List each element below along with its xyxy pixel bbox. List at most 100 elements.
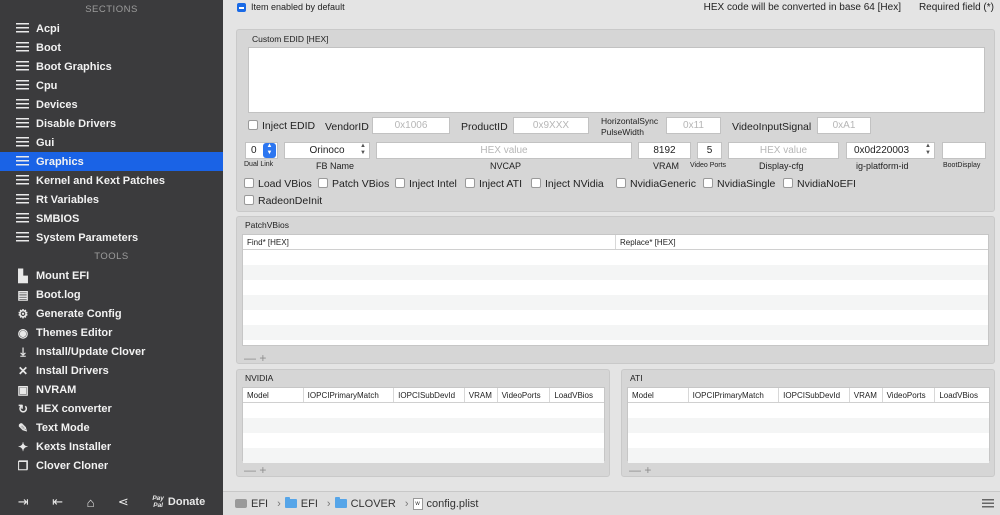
list-icon bbox=[16, 212, 29, 225]
sections-header: SECTIONS bbox=[85, 4, 138, 15]
column-header[interactable]: Replace* [HEX] bbox=[616, 235, 988, 249]
sidebar-item-kernel-kext-patches[interactable]: Kernel and Kext Patches bbox=[0, 171, 223, 190]
donate-label: Donate bbox=[167, 496, 206, 508]
fb-name-select[interactable]: Orinoco bbox=[284, 142, 370, 159]
list-icon bbox=[16, 174, 29, 187]
video-input-input[interactable]: 0xA1 bbox=[817, 117, 871, 134]
column-header[interactable]: VideoPorts bbox=[498, 388, 551, 402]
column-header[interactable]: Model bbox=[243, 388, 304, 402]
nvidia-generic-checkbox[interactable]: NvidiaGeneric bbox=[616, 178, 696, 190]
column-header[interactable]: IOPCIPrimaryMatch bbox=[689, 388, 780, 402]
load-vbios-checkbox[interactable]: Load VBios bbox=[244, 178, 312, 190]
tool-label: HEX converter bbox=[36, 402, 112, 415]
tool-hex-converter[interactable]: ↻ HEX converter bbox=[0, 399, 223, 418]
radeon-deinit-checkbox[interactable]: RadeonDeInit bbox=[244, 195, 322, 207]
mount-icon: ▙ bbox=[18, 268, 28, 283]
share-icon[interactable]: ⋖ bbox=[118, 494, 129, 510]
ig-platform-stepper-icon[interactable]: ▲ ▼ bbox=[924, 143, 932, 158]
ig-platform-id-select[interactable]: 0x0d220003 bbox=[846, 142, 935, 159]
download-icon: ⤓ bbox=[20, 344, 26, 359]
nvidia-table[interactable]: Model IOPCIPrimaryMatch IOPCISubDevId VR… bbox=[242, 387, 605, 463]
sidebar-item-boot-graphics[interactable]: Boot Graphics bbox=[0, 57, 223, 76]
list-icon bbox=[16, 117, 29, 130]
chevron-right-icon: › bbox=[326, 497, 331, 510]
video-ports-input[interactable]: 5 bbox=[697, 142, 722, 159]
column-header[interactable]: VRAM bbox=[850, 388, 883, 402]
tool-install-drivers[interactable]: ✕ Install Drivers bbox=[0, 361, 223, 380]
patch-vbios-checkbox[interactable]: Patch VBios bbox=[318, 178, 389, 190]
tool-themes-editor[interactable]: ◉ Themes Editor bbox=[0, 323, 223, 342]
inject-edid-checkbox[interactable]: Inject EDID bbox=[248, 120, 315, 132]
sidebar-item-devices[interactable]: Devices bbox=[0, 95, 223, 114]
inject-ati-checkbox[interactable]: Inject ATI bbox=[465, 178, 522, 190]
sidebar-item-disable-drivers[interactable]: Disable Drivers bbox=[0, 114, 223, 133]
menu-icon[interactable] bbox=[982, 499, 994, 508]
tool-clover-cloner[interactable]: ❐ Clover Cloner bbox=[0, 456, 223, 475]
list-icon bbox=[16, 22, 29, 35]
sidebar-item-label: System Parameters bbox=[36, 231, 139, 244]
nvidia-no-efi-checkbox[interactable]: NvidiaNoEFI bbox=[783, 178, 856, 190]
dual-link-label: Dual Link bbox=[244, 161, 274, 168]
sidebar-item-boot[interactable]: Boot bbox=[0, 38, 223, 57]
sidebar-item-graphics[interactable]: Graphics bbox=[0, 152, 223, 171]
sidebar-item-label: SMBIOS bbox=[36, 212, 80, 225]
tool-nvram[interactable]: ▣ NVRAM bbox=[0, 380, 223, 399]
add-remove-buttons[interactable]: — + bbox=[244, 463, 266, 477]
fb-name-stepper-icon[interactable]: ▲ ▼ bbox=[359, 143, 367, 158]
sidebar-item-gui[interactable]: Gui bbox=[0, 133, 223, 152]
path-crumb[interactable]: CLOVER bbox=[334, 497, 396, 510]
tool-mount-efi[interactable]: ▙ Mount EFI bbox=[0, 266, 223, 285]
add-remove-buttons[interactable]: — + bbox=[629, 463, 651, 477]
hsync-input[interactable]: 0x11 bbox=[666, 117, 721, 134]
column-header[interactable]: VRAM bbox=[465, 388, 498, 402]
path-crumb[interactable]: EFI bbox=[284, 497, 318, 510]
inject-intel-checkbox[interactable]: Inject Intel bbox=[395, 178, 457, 190]
path-crumb[interactable]: EFI bbox=[235, 498, 268, 510]
hsync-label-2: PulseWidth bbox=[601, 127, 644, 137]
table-header: Model IOPCIPrimaryMatch IOPCISubDevId VR… bbox=[243, 388, 604, 403]
sidebar-item-system-parameters[interactable]: System Parameters bbox=[0, 228, 223, 247]
column-header[interactable]: LoadVBios bbox=[550, 388, 604, 402]
column-header[interactable]: LoadVBios bbox=[935, 388, 989, 402]
inject-nvidia-checkbox[interactable]: Inject NVidia bbox=[531, 178, 604, 190]
column-header[interactable]: Model bbox=[628, 388, 689, 402]
column-header[interactable]: Find* [HEX] bbox=[243, 235, 616, 249]
nvidia-single-checkbox[interactable]: NvidiaSingle bbox=[703, 178, 775, 190]
sidebar-item-smbios[interactable]: SMBIOS bbox=[0, 209, 223, 228]
export-icon[interactable]: ⇤ bbox=[52, 494, 63, 510]
custom-edid-textarea[interactable] bbox=[248, 47, 985, 113]
tool-label: Install Drivers bbox=[36, 364, 109, 377]
column-header[interactable]: IOPCIPrimaryMatch bbox=[304, 388, 395, 402]
add-remove-buttons[interactable]: — + bbox=[244, 351, 266, 365]
column-header[interactable]: VideoPorts bbox=[883, 388, 936, 402]
product-id-input[interactable]: 0x9XXX bbox=[513, 117, 589, 134]
tool-text-mode[interactable]: ✎ Text Mode bbox=[0, 418, 223, 437]
vendor-id-input[interactable]: 0x1006 bbox=[372, 117, 450, 134]
sidebar-item-acpi[interactable]: Acpi bbox=[0, 19, 223, 38]
tool-install-update-clover[interactable]: ⤓ Install/Update Clover bbox=[0, 342, 223, 361]
sidebar-item-rt-variables[interactable]: Rt Variables bbox=[0, 190, 223, 209]
sidebar-item-cpu[interactable]: Cpu bbox=[0, 76, 223, 95]
column-header[interactable]: IOPCISubDevId bbox=[394, 388, 465, 402]
display-cfg-input[interactable]: HEX value bbox=[728, 142, 839, 159]
column-header[interactable]: IOPCISubDevId bbox=[779, 388, 850, 402]
tool-label: Clover Cloner bbox=[36, 459, 109, 472]
tool-generate-config[interactable]: ⚙ Generate Config bbox=[0, 304, 223, 323]
boot-display-input[interactable] bbox=[942, 142, 986, 159]
ati-table[interactable]: Model IOPCIPrimaryMatch IOPCISubDevId VR… bbox=[627, 387, 990, 463]
patch-vbios-table[interactable]: Find* [HEX] Replace* [HEX] bbox=[242, 234, 989, 346]
tool-boot-log[interactable]: ▤ Boot.log bbox=[0, 285, 223, 304]
sidebar-item-label: Boot bbox=[36, 41, 62, 54]
import-icon[interactable]: ⇥ bbox=[18, 494, 29, 510]
nvcap-input[interactable]: HEX value bbox=[376, 142, 632, 159]
tool-kexts-installer[interactable]: ✦ Kexts Installer bbox=[0, 437, 223, 456]
tool-label: NVRAM bbox=[36, 383, 77, 396]
vram-input[interactable]: 8192 bbox=[638, 142, 691, 159]
item-enabled-checkbox[interactable] bbox=[237, 3, 246, 12]
table-header: Find* [HEX] Replace* [HEX] bbox=[243, 235, 988, 250]
donate-button[interactable]: Pay Pal Donate bbox=[152, 495, 205, 509]
dual-link-stepper-icon[interactable]: ▲ ▼ bbox=[263, 143, 276, 158]
tool-label: Mount EFI bbox=[36, 269, 90, 282]
path-crumb[interactable]: w config.plist bbox=[412, 497, 479, 510]
home-icon[interactable]: ⌂ bbox=[87, 495, 95, 510]
